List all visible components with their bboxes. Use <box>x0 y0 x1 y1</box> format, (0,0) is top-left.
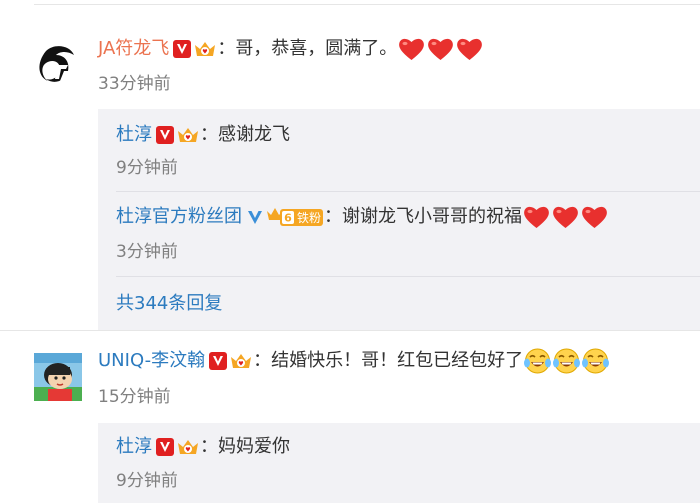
laughing-tears-emoji-icon <box>553 348 581 374</box>
laughing-tears-emoji-icon <box>582 348 610 374</box>
more-replies-link[interactable]: 共344条回复 <box>116 292 222 316</box>
svg-text:♥: ♥ <box>203 49 208 56</box>
comment-username[interactable]: JA符龙飞 <box>98 37 169 61</box>
comment-text: 结婚快乐！哥！红包已经包好了 <box>271 350 524 371</box>
cartoon-boy-avatar-icon <box>34 353 82 401</box>
reply-box: 杜淳 ♥ ： 感谢龙飞 9分钟前 杜淳官方粉丝团 6 铁粉 ： 谢谢龙飞小哥哥的… <box>98 109 700 330</box>
heart-icon <box>582 206 607 228</box>
reply-header: 杜淳 ♥ ： 妈妈爱你 <box>116 435 290 459</box>
comment-divider <box>0 330 700 331</box>
comment-header: UNIQ-李汶翰 ♥ ： 结婚快乐！哥！红包已经包好了 <box>98 347 610 375</box>
svg-text:♥: ♥ <box>185 135 190 142</box>
laughing-tears-emoji-icon <box>524 348 552 374</box>
comment-time: 15分钟前 <box>98 387 171 407</box>
top-divider <box>34 4 700 5</box>
comment-header: JA符龙飞 ♥ ： 哥，恭喜，圆满了。 <box>98 37 484 61</box>
avatar[interactable] <box>34 41 82 89</box>
reply-text: 谢谢龙飞小哥哥的祝福 <box>342 206 522 227</box>
reply-time: 3分钟前 <box>116 242 178 262</box>
comment-colon: ： <box>217 38 236 59</box>
fan-level-number: 6 <box>284 212 292 225</box>
svg-text:♥: ♥ <box>185 447 190 454</box>
fan-level-badge: 6 铁粉 <box>266 206 324 228</box>
reply-time: 9分钟前 <box>116 158 178 178</box>
reply-header: 杜淳 ♥ ： 感谢龙飞 <box>116 123 290 147</box>
comment-colon: ： <box>253 350 272 371</box>
svg-text:♥: ♥ <box>238 361 243 368</box>
heart-icon <box>553 206 578 228</box>
heart-icon <box>457 38 483 60</box>
vip-v-badge-icon <box>173 40 192 58</box>
reply-divider <box>116 276 700 277</box>
comment-time: 33分钟前 <box>98 74 171 94</box>
reply-header: 杜淳官方粉丝团 6 铁粉 ： 谢谢龙飞小哥哥的祝福 <box>116 205 609 229</box>
heart-emoji-group <box>397 36 484 62</box>
reply-username[interactable]: 杜淳 <box>116 123 152 147</box>
comment-username[interactable]: UNIQ-李汶翰 <box>98 349 205 373</box>
reply-text: 感谢龙飞 <box>218 124 290 145</box>
reply-colon: ： <box>200 436 218 457</box>
reply-username[interactable]: 杜淳官方粉丝团 <box>116 205 242 229</box>
reply-colon: ： <box>200 124 218 145</box>
reply-divider <box>116 191 700 192</box>
crown-badge-icon: ♥ <box>195 42 216 56</box>
heart-emoji-group <box>522 204 609 230</box>
avatar[interactable] <box>34 353 82 401</box>
fan-badge-label: 铁粉 <box>297 211 321 225</box>
reply-time: 9分钟前 <box>116 471 178 491</box>
fan-badge-icon: 6 铁粉 <box>267 208 323 226</box>
comment-text: 哥，恭喜，圆满了。 <box>235 38 398 59</box>
vip-v-badge-icon <box>209 352 228 370</box>
laughing-emoji-group <box>523 347 610 375</box>
heart-icon <box>428 38 454 60</box>
reply-box: 杜淳 ♥ ： 妈妈爱你 9分钟前 <box>98 423 700 503</box>
reply-username[interactable]: 杜淳 <box>116 435 152 459</box>
heart-icon <box>524 206 549 228</box>
crown-badge-icon: ♥ <box>231 354 252 368</box>
verified-v-icon <box>248 211 262 224</box>
vip-v-badge-icon <box>156 126 174 144</box>
crown-badge-icon: ♥ <box>178 440 198 454</box>
vip-v-badge-icon <box>156 438 174 456</box>
reply-text: 妈妈爱你 <box>218 436 290 457</box>
crown-badge-icon: ♥ <box>178 128 198 142</box>
ja-logo-icon <box>34 41 82 89</box>
heart-icon <box>399 38 425 60</box>
reply-colon: ： <box>324 206 342 227</box>
